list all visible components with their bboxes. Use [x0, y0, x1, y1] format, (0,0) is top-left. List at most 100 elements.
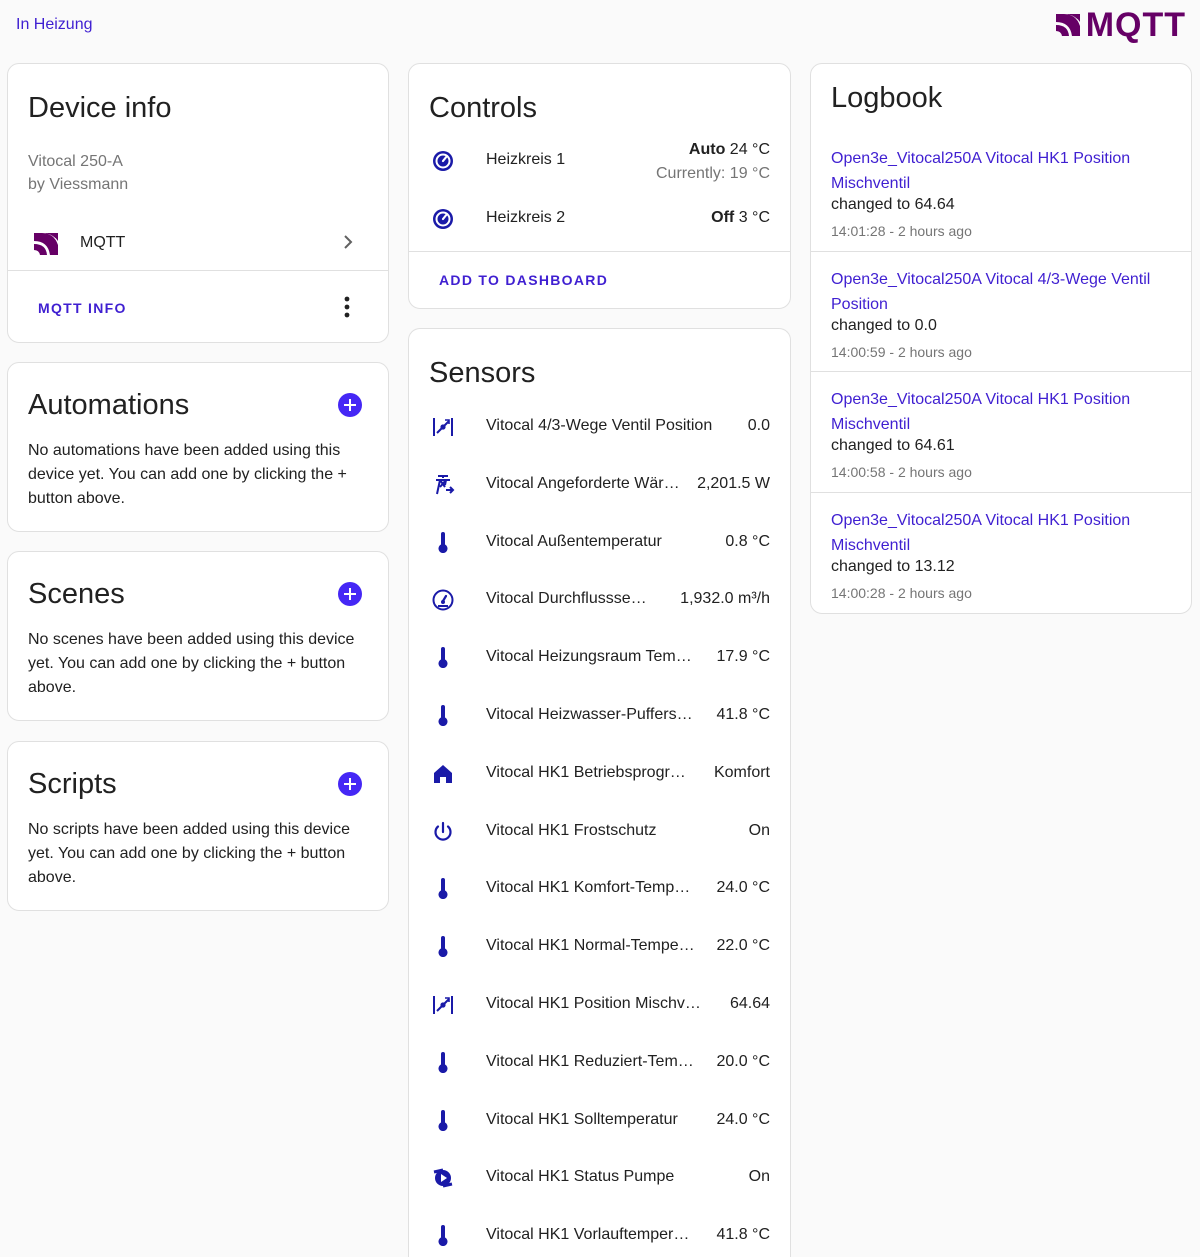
add-automation-button[interactable]	[338, 393, 362, 417]
sensor-row[interactable]: Vitocal Heizungsraum Tem… 17.9 °C	[409, 638, 790, 678]
sensor-row[interactable]: Vitocal HK1 Solltemperatur 24.0 °C	[409, 1101, 790, 1141]
sensor-name: Vitocal HK1 Reduziert-Tem…	[486, 1052, 694, 1070]
mqtt-info-button[interactable]: MQTT INFO	[36, 296, 129, 320]
thermometer-icon	[438, 705, 448, 727]
sensor-value: On	[748, 821, 770, 839]
controls-title: Controls	[429, 92, 537, 124]
sensor-value: 22.0 °C	[716, 937, 770, 955]
sensors-title: Sensors	[429, 357, 536, 389]
sensor-name: Vitocal Außentemperatur	[486, 532, 662, 550]
control-state: Off 3 °C	[711, 209, 770, 227]
transmission-tower-icon	[436, 474, 455, 495]
automations-card: Automations No automations have been add…	[7, 362, 389, 532]
sensor-value: 0.8 °C	[725, 532, 770, 550]
logbook-entry: Open3e_Vitocal250A Vitocal 4/3-Wege Vent…	[811, 250, 1191, 371]
thermometer-icon	[438, 1109, 448, 1131]
scripts-empty-text: No scripts have been added using this de…	[28, 821, 350, 886]
automations-title: Automations	[28, 389, 190, 421]
sensor-name: Vitocal HK1 Vorlauftemper…	[486, 1226, 690, 1244]
logbook-entity-link[interactable]: Open3e_Vitocal250A Vitocal 4/3-Wege Vent…	[831, 267, 1175, 317]
logbook-timestamp: 14:00:28 - 2 hours ago	[831, 584, 972, 601]
add-script-button[interactable]	[338, 772, 362, 796]
sensor-row[interactable]: Vitocal Angeforderte Wär… 2,201.5 W	[409, 465, 790, 505]
thermostat-icon	[433, 209, 453, 229]
sensor-name: Vitocal HK1 Status Pumpe	[486, 1168, 675, 1186]
control-target: 24 °C	[729, 141, 770, 158]
control-row-heizkreis-1[interactable]: Heizkreis 1 Auto 24 °C Currently: 19 °C	[409, 139, 790, 183]
sensor-value: 24.0 °C	[716, 1110, 770, 1128]
add-to-dashboard-button[interactable]: ADD TO DASHBOARD	[439, 272, 608, 288]
scripts-card: Scripts No scripts have been added using…	[7, 741, 389, 911]
logbook-timestamp: 14:01:28 - 2 hours ago	[831, 223, 972, 239]
sensor-row[interactable]: Vitocal HK1 Status Pumpe On	[409, 1158, 790, 1198]
area-link[interactable]: In Heizung	[16, 16, 93, 34]
logbook-entity-link[interactable]: Open3e_Vitocal250A Vitocal HK1 Position …	[831, 387, 1175, 437]
logbook-message: changed to 13.12	[831, 557, 955, 575]
sensor-row[interactable]: Vitocal HK1 Vorlauftemper… 41.8 °C	[409, 1216, 790, 1256]
home-icon	[434, 764, 452, 783]
sensor-row[interactable]: Vitocal HK1 Normal-Tempe… 22.0 °C	[409, 927, 790, 967]
gauge-icon	[432, 589, 454, 611]
divider	[811, 250, 1191, 252]
device-info-card: Device info Vitocal 250-A by Viessmann M…	[7, 63, 389, 343]
manufacturer-name: by Viessmann	[28, 176, 129, 193]
valve-icon	[433, 996, 453, 1014]
sensor-row[interactable]: Vitocal HK1 Reduziert-Tem… 20.0 °C	[409, 1043, 790, 1083]
logbook-entity-link[interactable]: Open3e_Vitocal250A Vitocal HK1 Position …	[831, 508, 1175, 558]
controls-card: Controls Heizkreis 1 Auto 24 °C Currentl…	[408, 63, 791, 309]
divider	[811, 491, 1191, 493]
integration-row-mqtt[interactable]: MQTT	[8, 214, 388, 270]
thermometer-icon	[438, 936, 448, 958]
sensor-value: 24.0 °C	[716, 879, 770, 897]
mqtt-brand-logo: MQTT	[1054, 6, 1186, 44]
control-row-heizkreis-2[interactable]: Heizkreis 2 Off 3 °C	[409, 197, 790, 241]
sensor-name: Vitocal HK1 Normal-Tempe…	[486, 937, 695, 955]
logbook-entry: Open3e_Vitocal250A Vitocal HK1 Position …	[811, 491, 1191, 612]
sensor-value: 0.0	[747, 417, 770, 434]
sensor-row[interactable]: Vitocal HK1 Betriebsprogr… Komfort	[409, 754, 790, 794]
control-target: 3 °C	[738, 209, 770, 226]
logbook-entry: Open3e_Vitocal250A Vitocal HK1 Position …	[811, 130, 1191, 250]
sensor-row[interactable]: Vitocal 4/3-Wege Ventil Position 0.0	[409, 407, 790, 447]
thermometer-icon	[438, 1051, 448, 1073]
pump-icon	[433, 1168, 453, 1188]
integration-label: MQTT	[80, 234, 126, 251]
sensor-row[interactable]: Vitocal Heizwasser-Puffers… 41.8 °C	[409, 696, 790, 736]
sensor-value: 17.9 °C	[716, 648, 770, 666]
sensor-row[interactable]: Vitocal Außentemperatur 0.8 °C	[409, 523, 790, 563]
sensor-name: Vitocal HK1 Komfort-Temp…	[486, 879, 691, 897]
more-vert-icon[interactable]	[344, 296, 350, 318]
sensor-value: 1,932.0 m³/h	[680, 590, 770, 608]
sensors-card: Sensors Vitocal 4/3-Wege Ventil Position…	[408, 328, 791, 1257]
scenes-empty-text: No scenes have been added using this dev…	[28, 631, 355, 696]
sensor-row[interactable]: Vitocal HK1 Komfort-Temp… 24.0 °C	[409, 869, 790, 909]
sensor-row[interactable]: Vitocal Durchflussse… 1,932.0 m³/h	[409, 580, 790, 620]
control-mode: Auto	[688, 141, 726, 158]
sensor-name: Vitocal Heizwasser-Puffers…	[486, 706, 693, 723]
thermostat-icon	[433, 151, 453, 171]
power-icon	[434, 821, 452, 841]
control-current-temp: Currently: 19 °C	[656, 165, 770, 182]
thermometer-icon	[438, 1225, 448, 1247]
scripts-title: Scripts	[28, 768, 117, 800]
logbook-entry: Open3e_Vitocal250A Vitocal HK1 Position …	[811, 371, 1191, 491]
logbook-entity-link[interactable]: Open3e_Vitocal250A Vitocal HK1 Position …	[831, 146, 1175, 196]
control-state: Auto 24 °C	[689, 141, 770, 159]
divider	[8, 270, 388, 271]
scenes-card: Scenes No scenes have been added using t…	[7, 551, 389, 721]
sensor-value: On	[748, 1168, 770, 1186]
thermometer-icon	[438, 878, 448, 900]
device-model: Vitocal 250-A by Viessmann	[28, 150, 128, 196]
sensor-row[interactable]: Vitocal HK1 Position Mischv… 64.64	[409, 985, 790, 1025]
sensor-value: 41.8 °C	[716, 706, 770, 723]
sensor-name: Vitocal HK1 Frostschutz	[486, 821, 657, 839]
sensor-name: Vitocal HK1 Position Mischv…	[486, 995, 701, 1012]
mqtt-logo-icon	[1055, 14, 1080, 36]
add-scene-button[interactable]	[338, 582, 362, 606]
divider	[811, 371, 1191, 372]
sensor-row[interactable]: Vitocal HK1 Frostschutz On	[409, 812, 790, 852]
thermometer-icon	[438, 531, 448, 553]
chevron-right-icon	[344, 235, 353, 249]
valve-icon	[433, 418, 453, 436]
sensor-value: 41.8 °C	[716, 1226, 770, 1244]
